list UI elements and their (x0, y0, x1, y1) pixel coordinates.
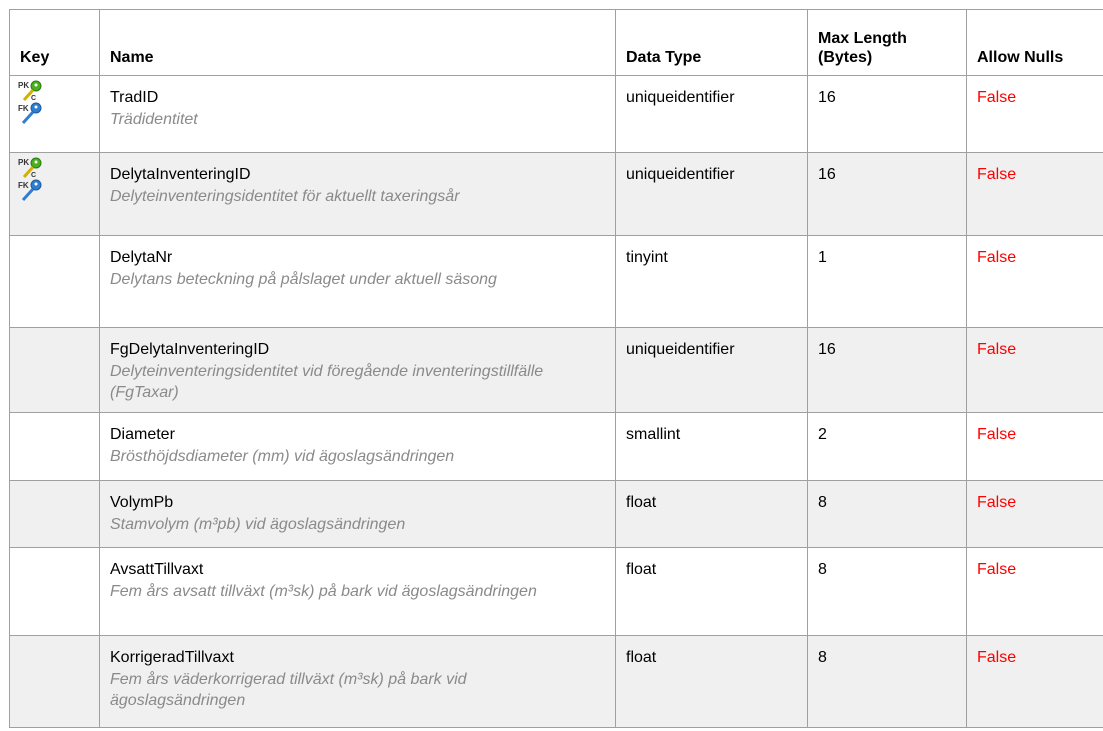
pk-label: PK (18, 81, 29, 90)
key-cell (9, 547, 100, 636)
name-cell: VolymPb Stamvolym (m³pb) vid ägoslagsändr… (99, 480, 616, 548)
header-name: Name (99, 9, 616, 76)
allow-nulls-cell: False (966, 235, 1103, 328)
schema-table: Key Name Data Type Max Length (Bytes) All… (9, 9, 1103, 728)
name-cell: DelytaInventeringID Delyteinventeringside… (99, 152, 616, 236)
fk-label: FK (18, 104, 29, 113)
column-description: Brösthöjdsdiameter (mm) vid ägoslagsändr… (110, 448, 455, 465)
name-cell: Diameter Brösthöjdsdiameter (mm) vid ägos… (99, 412, 616, 481)
table-row: PK C FK TradID Trädidentitet uniqueident… (9, 75, 1103, 153)
key-cell (9, 480, 100, 548)
allow-nulls-cell: False (966, 327, 1103, 413)
table-row: Diameter Brösthöjdsdiameter (mm) vid ägos… (9, 412, 1103, 481)
column-description: Delyteinventeringsidentitet vid föregåen… (110, 363, 544, 401)
column-description: Stamvolym (m³pb) vid ägoslagsändringen (110, 516, 406, 533)
key-cell (9, 235, 100, 328)
table-row: KorrigeradTillvaxt Fem års väderkorrigera… (9, 635, 1103, 728)
schema-table-container: Key Name Data Type Max Length (Bytes) All… (9, 9, 1103, 728)
column-name: VolymPb (110, 494, 174, 511)
header-max-length: Max Length (Bytes) (807, 9, 967, 76)
column-name: FgDelytaInventeringID (110, 341, 270, 358)
key-cell (9, 327, 100, 413)
max-length-cell: 16 (807, 75, 967, 153)
pk-fk-key-icon: PK C FK (18, 80, 42, 125)
table-row: AvsattTillvaxt Fem års avsatt tillväxt (m… (9, 547, 1103, 636)
header-max-length-line2: (Bytes) (818, 49, 873, 66)
table-row: VolymPb Stamvolym (m³pb) vid ägoslagsändr… (9, 480, 1103, 548)
data-type-cell: smallint (615, 412, 808, 481)
name-cell: FgDelytaInventeringID Delyteinventeringsi… (99, 327, 616, 413)
table-row: PK C FK DelytaInventeringID Delyteinvent… (9, 152, 1103, 236)
column-description: Fem års avsatt tillväxt (m³sk) på bark v… (110, 583, 537, 600)
max-length-cell: 16 (807, 327, 967, 413)
name-cell: KorrigeradTillvaxt Fem års väderkorrigera… (99, 635, 616, 728)
allow-nulls-cell: False (966, 547, 1103, 636)
max-length-cell: 8 (807, 547, 967, 636)
column-description: Fem års väderkorrigerad tillväxt (m³sk) … (110, 671, 467, 709)
key-cell: PK C FK (9, 75, 100, 153)
allow-nulls-cell: False (966, 635, 1103, 728)
header-key: Key (9, 9, 100, 76)
column-name: TradID (110, 89, 159, 106)
data-type-cell: float (615, 480, 808, 548)
header-row: Key Name Data Type Max Length (Bytes) All… (9, 9, 1103, 76)
name-cell: TradID Trädidentitet (99, 75, 616, 153)
data-type-cell: float (615, 547, 808, 636)
header-data-type: Data Type (615, 9, 808, 76)
max-length-cell: 1 (807, 235, 967, 328)
max-length-cell: 8 (807, 635, 967, 728)
table-row: DelytaNr Delytans beteckning på pålslaget… (9, 235, 1103, 328)
max-length-cell: 2 (807, 412, 967, 481)
table-row: FgDelytaInventeringID Delyteinventeringsi… (9, 327, 1103, 413)
pk-fk-key-icon: PK C FK (18, 157, 42, 202)
pk-label: PK (18, 158, 29, 167)
c-label: C (31, 95, 36, 102)
data-type-cell: uniqueidentifier (615, 152, 808, 236)
fk-label: FK (18, 181, 29, 190)
data-type-cell: uniqueidentifier (615, 75, 808, 153)
column-description: Delytans beteckning på pålslaget under a… (110, 271, 497, 288)
data-type-cell: float (615, 635, 808, 728)
c-label: C (31, 172, 36, 179)
column-name: AvsattTillvaxt (110, 561, 204, 578)
max-length-cell: 8 (807, 480, 967, 548)
header-allow-nulls: Allow Nulls (966, 9, 1103, 76)
column-name: DelytaInventeringID (110, 166, 251, 183)
key-cell (9, 635, 100, 728)
column-name: DelytaNr (110, 249, 173, 266)
max-length-cell: 16 (807, 152, 967, 236)
column-name: KorrigeradTillvaxt (110, 649, 234, 666)
header-max-length-line1: Max Length (818, 30, 907, 47)
column-description: Delyteinventeringsidentitet för aktuellt… (110, 188, 460, 205)
key-cell (9, 412, 100, 481)
allow-nulls-cell: False (966, 152, 1103, 236)
allow-nulls-cell: False (966, 412, 1103, 481)
allow-nulls-cell: False (966, 75, 1103, 153)
name-cell: DelytaNr Delytans beteckning på pålslaget… (99, 235, 616, 328)
column-description: Trädidentitet (110, 111, 198, 128)
allow-nulls-cell: False (966, 480, 1103, 548)
column-name: Diameter (110, 426, 175, 443)
key-cell: PK C FK (9, 152, 100, 236)
data-type-cell: uniqueidentifier (615, 327, 808, 413)
data-type-cell: tinyint (615, 235, 808, 328)
name-cell: AvsattTillvaxt Fem års avsatt tillväxt (m… (99, 547, 616, 636)
